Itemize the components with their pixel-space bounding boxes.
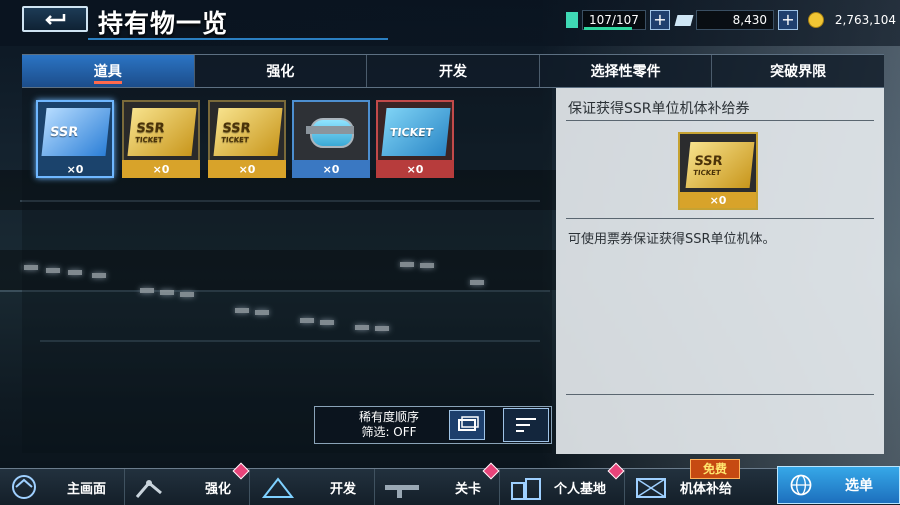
card-text: SSR xyxy=(49,124,79,140)
tab-label: 道具 xyxy=(93,64,122,80)
ssr-ticket-icon: SSR xyxy=(41,108,111,156)
nav-label: 关卡 xyxy=(454,481,481,497)
item-slot[interactable]: ×0 xyxy=(292,100,370,178)
tab-limit-break[interactable]: 突破界限 xyxy=(712,55,884,87)
globe-menu-icon xyxy=(790,474,812,496)
gem-value: 8,430 xyxy=(696,10,774,30)
tab-selective-parts[interactable]: 选择性零件 xyxy=(540,55,713,87)
bottom-nav: 主画面 强化 开发 关卡 个人基地 机体补给 xyxy=(0,462,900,505)
sort-order-button[interactable] xyxy=(503,408,549,442)
capsule-device-icon xyxy=(306,114,354,150)
page-title: 持有物一览 xyxy=(98,9,229,38)
nav-label: 机体补给 xyxy=(679,481,732,497)
card-text: TICKET xyxy=(389,125,434,139)
coin-counter: 2,763,104 xyxy=(808,10,900,30)
stamina-icon xyxy=(566,12,578,28)
develop-icon xyxy=(261,477,295,498)
divider xyxy=(566,120,874,121)
item-slot[interactable]: SSR TICKET ×0 xyxy=(208,100,286,178)
sort-order-label: 稀有度顺序 xyxy=(358,410,419,424)
nav-enhance[interactable]: 强化 xyxy=(125,462,250,505)
filter-button[interactable] xyxy=(449,410,485,440)
tab-label: 开发 xyxy=(438,64,467,80)
sort-labels: 稀有度顺序 筛选: OFF xyxy=(329,410,449,440)
tab-enhance[interactable]: 强化 xyxy=(195,55,368,87)
item-quantity: ×0 xyxy=(709,194,727,207)
wrench-arm-icon xyxy=(135,480,162,498)
stamina-bar xyxy=(584,27,632,30)
item-slot[interactable]: TICKET ×0 xyxy=(376,100,454,178)
gem-counter: 8,430 + xyxy=(674,10,798,30)
sort-lines-icon xyxy=(516,418,536,432)
item-detail-name: 保证获得SSR单位机体补给券 xyxy=(568,101,750,117)
header-divider xyxy=(88,38,388,40)
tab-items[interactable]: 道具 xyxy=(22,55,195,87)
nav-stage[interactable]: 关卡 xyxy=(375,462,500,505)
category-tabs: 道具 强化 开发 选择性零件 突破界限 xyxy=(22,54,884,88)
top-header: 持有物一览 107/107 + 8,430 + 2,763,104 xyxy=(0,0,900,46)
home-icon xyxy=(12,475,36,499)
item-quantity: ×0 xyxy=(66,163,84,176)
card-subtext: TICKET xyxy=(134,135,164,144)
card-text: SSR xyxy=(221,120,252,136)
sort-filter-bar: 稀有度顺序 筛选: OFF xyxy=(314,406,552,444)
rifle-icon xyxy=(385,485,419,498)
nav-base[interactable]: 个人基地 xyxy=(500,462,625,505)
tab-label: 选择性零件 xyxy=(590,64,661,80)
card-text: SSR xyxy=(135,120,166,136)
tab-develop[interactable]: 开发 xyxy=(367,55,540,87)
ssr-ticket-icon: SSR TICKET xyxy=(127,108,197,156)
nav-home[interactable]: 主画面 xyxy=(0,469,125,505)
ssr-ticket-icon: SSR TICKET xyxy=(685,142,755,188)
coin-icon xyxy=(808,12,824,28)
gem-icon xyxy=(674,14,694,26)
nav-label: 强化 xyxy=(204,481,231,497)
item-quantity: ×0 xyxy=(406,163,424,176)
nav-label: 主画面 xyxy=(66,481,106,497)
add-gem-button[interactable]: + xyxy=(778,10,798,30)
nav-develop[interactable]: 开发 xyxy=(250,469,375,505)
coin-value: 2,763,104 xyxy=(834,13,896,27)
free-badge: 免费 xyxy=(690,459,740,479)
filter-label: 筛选: OFF xyxy=(361,425,417,439)
card-subtext: TICKET xyxy=(692,168,722,177)
filter-cards-icon xyxy=(458,416,479,431)
detail-item-icon: SSR TICKET ×0 xyxy=(678,132,758,210)
ticket-icon: TICKET xyxy=(381,108,451,156)
card-subtext: TICKET xyxy=(220,135,250,144)
base-icon xyxy=(511,478,541,500)
back-button[interactable] xyxy=(22,6,88,32)
tab-label: 强化 xyxy=(266,64,295,80)
back-arrow-icon xyxy=(45,14,66,25)
item-quantity: ×0 xyxy=(152,163,170,176)
item-quantity: ×0 xyxy=(238,163,256,176)
menu-label: 选单 xyxy=(845,478,873,494)
nav-label: 个人基地 xyxy=(553,481,606,497)
divider xyxy=(566,394,874,395)
nav-label: 开发 xyxy=(329,481,356,497)
supply-icon xyxy=(636,478,666,498)
item-quantity: ×0 xyxy=(322,163,340,176)
menu-button[interactable]: 选单 xyxy=(777,466,900,504)
tab-label: 突破界限 xyxy=(770,64,827,80)
divider xyxy=(566,218,874,219)
item-slot[interactable]: SSR TICKET ×0 xyxy=(122,100,200,178)
add-stamina-button[interactable]: + xyxy=(650,10,670,30)
ssr-ticket-icon: SSR TICKET xyxy=(213,108,283,156)
active-tab-underline xyxy=(94,81,122,84)
item-slot[interactable]: SSR ×0 xyxy=(36,100,114,178)
card-text: SSR xyxy=(693,153,724,169)
item-detail-panel: 保证获得SSR单位机体补给券 SSR TICKET ×0 可使用票券保证获得SS… xyxy=(556,88,884,454)
item-description: 可使用票券保证获得SSR单位机体。 xyxy=(568,232,776,247)
